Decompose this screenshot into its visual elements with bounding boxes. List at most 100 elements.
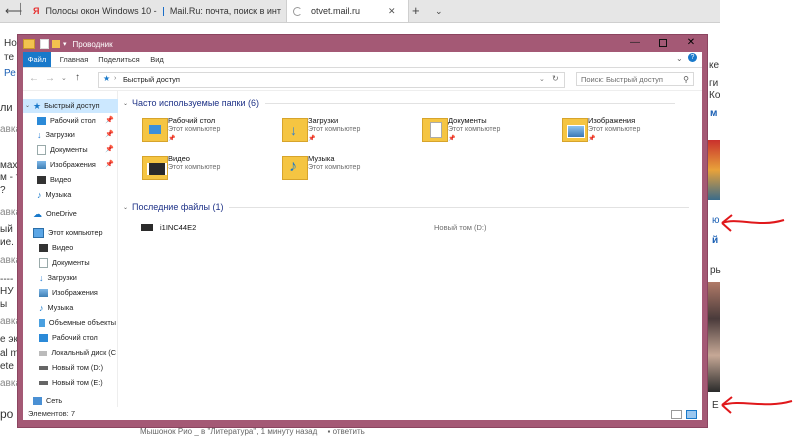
list-item[interactable]: i1INC44E2 Новый том (D:) <box>138 222 678 234</box>
nav-item-network[interactable]: Сеть <box>33 394 116 408</box>
nav-label: Сеть <box>46 396 63 405</box>
mailru-icon <box>163 6 164 16</box>
computer-icon <box>33 228 44 238</box>
details-view-icon[interactable] <box>671 410 682 419</box>
forward-icon[interactable]: → <box>45 73 55 84</box>
nav-item-pc-downloads[interactable]: ↓ Загрузки <box>39 271 116 285</box>
folder-tile-music[interactable]: ♪ Музыка Этот компьютер <box>278 152 408 184</box>
tab-home[interactable]: Главная <box>55 52 93 67</box>
address-dropdown-icon[interactable]: ⌄ <box>539 75 545 83</box>
address-bar-row: ← → ⌄ ↑ ★ › Быстрый доступ ⌄ ↻ Поиск: Бы… <box>23 68 702 91</box>
bg-fragment: Но <box>4 38 17 49</box>
folder-tile-documents[interactable]: Документы Этот компьютер 📌 <box>418 114 548 146</box>
folder-tile-desktop[interactable]: Рабочий стол Этот компьютер 📌 <box>138 114 268 146</box>
tab-mailru[interactable]: Mail.Ru: почта, поиск в инт <box>163 0 281 22</box>
breadcrumb-chevron-icon[interactable]: › <box>114 75 116 82</box>
bg-fragment: мах <box>0 160 18 171</box>
nav-item-drive-d[interactable]: Новый том (D:) <box>39 361 116 375</box>
nav-item-pc-documents[interactable]: Документы <box>39 256 116 270</box>
nav-item-drive-c[interactable]: Локальный диск (C <box>39 346 116 360</box>
nav-item-3d-objects[interactable]: Объемные объекты <box>39 316 116 330</box>
tile-location: Этот компьютер <box>308 164 361 171</box>
pictures-icon <box>39 289 48 297</box>
folder-tile-pictures[interactable]: Изображения Этот компьютер 📌 <box>558 114 688 146</box>
tab-otvet[interactable]: otvet.mail.ru ✕ <box>286 0 409 22</box>
nav-item-pictures[interactable]: Изображения 📌 <box>37 158 116 172</box>
pin-icon: 📌 <box>448 136 456 142</box>
quick-access-star-icon: ★ <box>103 74 111 83</box>
maximize-button[interactable] <box>649 35 677 51</box>
tab-label: Полосы окон Windows 10 - <box>45 6 157 16</box>
breadcrumb[interactable]: Быстрый доступ <box>123 75 180 84</box>
bg-fragment[interactable]: Ре <box>4 68 16 79</box>
tile-name: Рабочий стол <box>168 116 216 125</box>
bg-fragment: ---- <box>0 274 14 285</box>
close-button[interactable]: ✕ <box>677 35 705 51</box>
address-field[interactable]: ★ › Быстрый доступ ⌄ ↻ <box>98 72 565 88</box>
downloads-folder-icon: ↓ <box>282 118 308 142</box>
downloads-icon: ↓ <box>39 273 44 283</box>
bg-fragment: рь <box>710 265 721 276</box>
annotation-arrow <box>721 214 785 232</box>
tab-view[interactable]: Вид <box>145 52 169 67</box>
nav-item-videos[interactable]: Видео <box>37 173 116 187</box>
nav-item-downloads[interactable]: ↓ Загрузки 📌 <box>37 128 116 142</box>
bg-fragment: й <box>712 235 719 246</box>
title-bar[interactable]: ▾ Проводник <box>23 38 113 50</box>
new-folder-icon[interactable] <box>52 40 60 48</box>
nav-item-music[interactable]: ♪ Музыка <box>37 188 116 202</box>
up-icon[interactable]: ↑ <box>75 72 80 83</box>
frequent-folders-header[interactable]: ⌄ Часто используемые папки (6) <box>123 98 676 108</box>
nav-item-drive-e[interactable]: Новый том (E:) <box>39 376 116 390</box>
help-icon[interactable]: ? <box>688 53 697 62</box>
expand-ribbon-icon[interactable]: ⌄ <box>676 54 683 63</box>
minimize-button[interactable]: — <box>621 35 649 51</box>
section-divider <box>265 102 676 104</box>
chevron-down-icon[interactable]: ⌄ <box>123 100 128 107</box>
nav-item-documents[interactable]: Документы 📌 <box>37 143 116 157</box>
nav-item-desktop[interactable]: Рабочий стол 📌 <box>37 114 116 128</box>
nav-label: Рабочий стол <box>52 333 98 342</box>
section-title: Часто используемые папки (6) <box>132 98 260 108</box>
recent-locations-icon[interactable]: ⌄ <box>61 74 67 82</box>
tile-location: Этот компьютер <box>168 126 221 133</box>
properties-icon[interactable] <box>40 39 49 49</box>
nav-item-pc-music[interactable]: ♪ Музыка <box>39 301 116 315</box>
nav-item-this-pc[interactable]: Этот компьютер <box>33 226 116 240</box>
nav-label: Рабочий стол <box>50 116 96 125</box>
nav-label: Загрузки <box>47 273 77 282</box>
window-title: Проводник <box>72 39 113 49</box>
folder-tile-videos[interactable]: Видео Этот компьютер <box>138 152 268 184</box>
new-tab-icon[interactable]: + <box>412 3 420 19</box>
nav-item-quick-access[interactable]: ⌄ ★ Быстрый доступ <box>23 99 118 113</box>
chevron-down-icon[interactable]: ⌄ <box>435 3 443 19</box>
recent-files-header[interactable]: ⌄ Последние файлы (1) <box>123 202 690 212</box>
chevron-down-icon[interactable]: ⌄ <box>25 99 30 113</box>
ribbon-tabs: Файл Главная Поделиться Вид ⌄ ? <box>23 52 702 68</box>
tab-file[interactable]: Файл <box>23 52 51 67</box>
nav-label: Музыка <box>47 303 74 312</box>
search-icon: ⚲ <box>683 75 689 84</box>
nav-label: Документы <box>52 258 90 267</box>
music-folder-icon: ♪ <box>282 156 308 180</box>
search-input[interactable]: Поиск: Быстрый доступ ⚲ <box>576 72 694 86</box>
back-icon[interactable]: ← <box>29 73 39 84</box>
nav-item-pc-pictures[interactable]: Изображения <box>39 286 116 300</box>
nav-item-pc-videos[interactable]: Видео <box>39 241 116 255</box>
tab-share[interactable]: Поделиться <box>97 52 141 67</box>
nav-item-pc-desktop[interactable]: Рабочий стол <box>39 331 116 345</box>
refresh-icon[interactable]: ↻ <box>552 74 559 83</box>
bg-fragment: ги <box>709 78 719 89</box>
tab-yandex[interactable]: Я Полосы окон Windows 10 - <box>33 0 158 22</box>
large-icons-view-icon[interactable] <box>686 410 697 419</box>
chevron-down-icon[interactable]: ⌄ <box>123 204 128 211</box>
nav-label: Документы <box>50 145 88 154</box>
search-placeholder: Поиск: Быстрый доступ <box>581 75 663 84</box>
nav-label: Новый том (D:) <box>52 363 104 372</box>
folder-tile-downloads[interactable]: ↓ Загрузки Этот компьютер 📌 <box>278 114 408 146</box>
nav-item-onedrive[interactable]: ☁ OneDrive <box>33 207 116 221</box>
customize-toolbar-icon[interactable]: ▾ <box>63 40 67 48</box>
file-icon <box>141 224 153 231</box>
reply-link[interactable]: ответить <box>333 427 365 436</box>
close-tab-icon[interactable]: ✕ <box>388 6 396 17</box>
